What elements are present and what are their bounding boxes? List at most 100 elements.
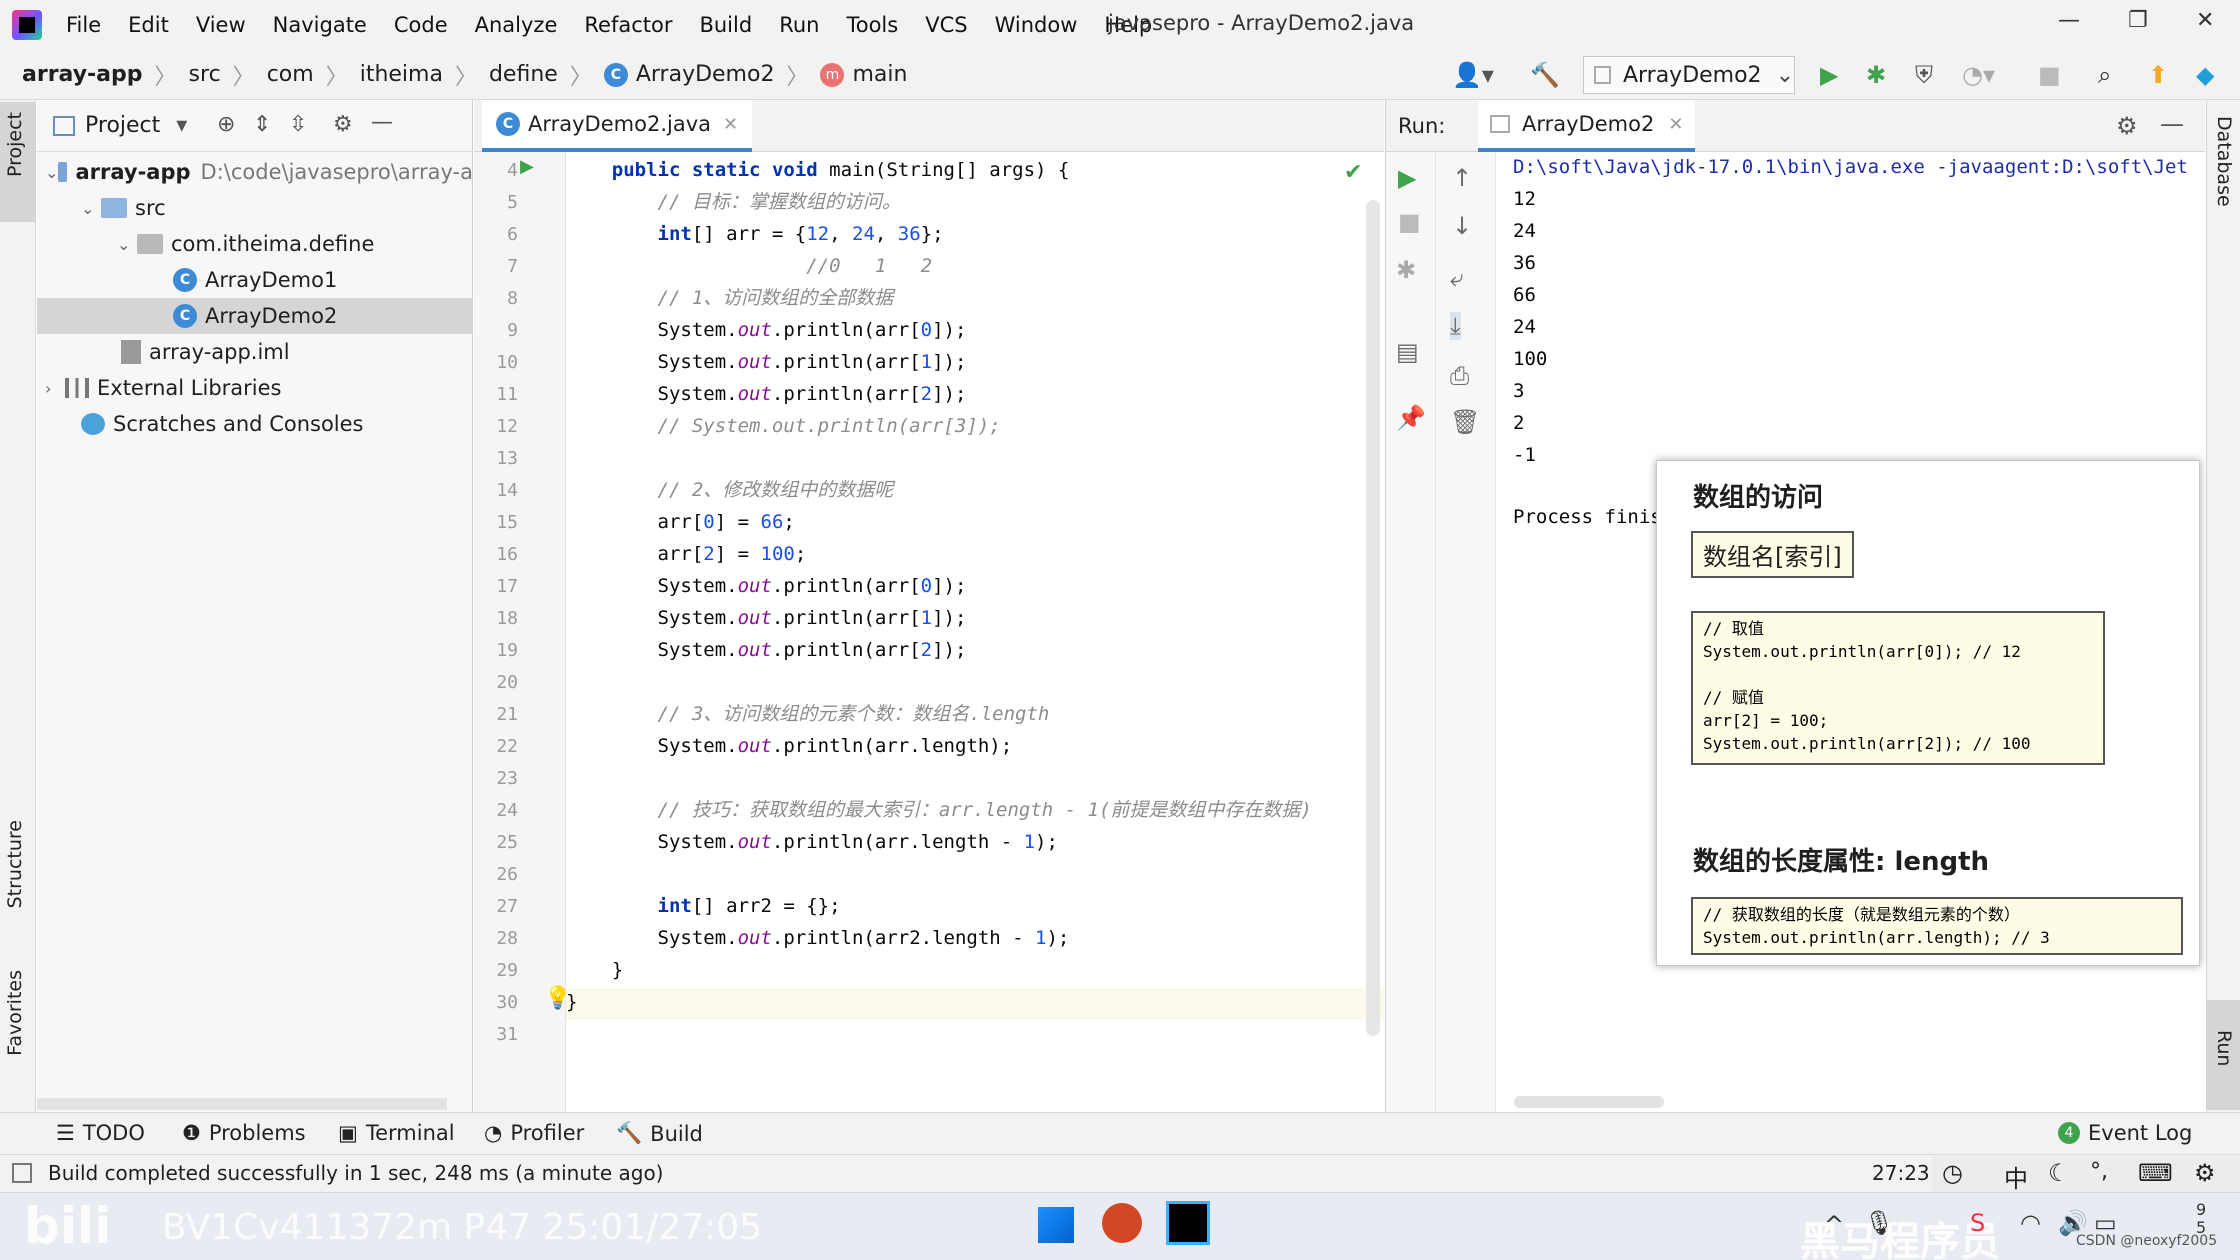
arrow-down-icon[interactable]: ↓ <box>1452 212 1472 240</box>
tree-item-iml[interactable]: array-app.iml <box>37 334 473 370</box>
terminal-tool-button[interactable]: ▣ Terminal <box>338 1121 455 1145</box>
code-line[interactable]: System.out.println(arr[0]); <box>566 570 967 602</box>
code-line[interactable]: // 2、修改数组中的数据呢 <box>566 474 894 506</box>
profiler-tool-button[interactable]: ◔ Profiler <box>484 1121 584 1145</box>
update-icon[interactable]: ⬆ <box>2148 61 2168 89</box>
menu-vcs[interactable]: VCS <box>925 13 967 37</box>
breadcrumb-itheima[interactable]: itheima <box>360 62 443 87</box>
database-tool-tab[interactable]: Database <box>2213 116 2235 207</box>
console-horizontal-scrollbar[interactable] <box>1514 1096 1664 1108</box>
tray-app-icon[interactable]: S <box>1970 1209 1985 1237</box>
code-line[interactable]: System.out.println(arr2.length - 1); <box>566 922 1070 954</box>
build-hammer-icon[interactable]: 🔨 <box>1530 61 1560 89</box>
toolbox-icon[interactable]: ◆ <box>2196 61 2214 89</box>
code-line[interactable]: //0 1 2 <box>566 250 932 282</box>
collapse-all-icon[interactable]: ⇳ <box>289 112 307 137</box>
favorites-tool-tab[interactable]: Favorites <box>4 970 26 1056</box>
user-icon[interactable]: 👤▾ <box>1452 61 1494 89</box>
close-tab-icon[interactable]: ✕ <box>1668 114 1683 135</box>
run-icon[interactable]: ▶ <box>1820 61 1838 89</box>
arrow-up-icon[interactable]: ↑ <box>1452 164 1472 192</box>
soft-wrap-icon[interactable]: ⤶ <box>1450 264 1463 292</box>
tree-item-external-libraries[interactable]: › External Libraries <box>37 370 473 406</box>
menu-view[interactable]: View <box>196 13 246 37</box>
run-config-select[interactable]: ArrayDemo2 ⌄ <box>1583 56 1795 94</box>
editor-tab-arraydemo2[interactable]: C ArrayDemo2.java ✕ <box>482 100 753 152</box>
menu-code[interactable]: Code <box>394 13 448 37</box>
event-log-button[interactable]: 4 Event Log <box>2058 1121 2192 1145</box>
debug-icon[interactable]: ✱ <box>1396 256 1416 284</box>
tray-chevron-icon[interactable]: ^ <box>1824 1211 1844 1239</box>
horizontal-scrollbar[interactable] <box>37 1098 447 1110</box>
moon-icon[interactable]: ☾ <box>2048 1159 2070 1187</box>
code-line[interactable]: // 1、访问数组的全部数据 <box>566 282 894 314</box>
code-line[interactable]: System.out.println(arr.length - 1); <box>566 826 1058 858</box>
expand-all-icon[interactable]: ⇕ <box>253 112 271 137</box>
status-panel-icon[interactable] <box>12 1163 32 1183</box>
stop-icon[interactable]: ■ <box>1398 208 1421 236</box>
code-line[interactable]: // 3、访问数组的元素个数：数组名.length <box>566 698 1050 730</box>
code-line[interactable]: // 技巧：获取数组的最大索引：arr.length - 1(前提是数组中存在数… <box>566 794 1312 826</box>
coverage-icon[interactable]: ⛨ <box>1915 61 1933 89</box>
code-line[interactable]: System.out.println(arr[1]); <box>566 346 967 378</box>
code-line[interactable]: int[] arr2 = {}; <box>566 890 841 922</box>
close-tab-icon[interactable]: ✕ <box>723 114 738 135</box>
menu-file[interactable]: File <box>66 13 101 37</box>
menu-build[interactable]: Build <box>699 13 752 37</box>
menu-window[interactable]: Window <box>995 13 1078 37</box>
code-line[interactable]: public static void main(String[] args) { <box>566 154 1070 186</box>
project-view-select[interactable]: Project <box>85 113 160 138</box>
code-line[interactable]: System.out.println(arr[2]); <box>566 378 967 410</box>
todo-tool-button[interactable]: ☰ TODO <box>56 1121 145 1145</box>
rerun-icon[interactable]: ▶ <box>1398 164 1416 192</box>
code-line[interactable]: System.out.println(arr[1]); <box>566 602 967 634</box>
gear-icon[interactable]: ⚙ <box>333 112 353 137</box>
code-line[interactable]: } <box>566 954 623 986</box>
breadcrumb-src[interactable]: src <box>189 62 221 87</box>
run-tool-tab[interactable]: Run <box>2213 1030 2235 1066</box>
caret-position[interactable]: 27:23 <box>1872 1161 1930 1185</box>
clock-icon[interactable]: ◷ <box>1942 1159 1963 1187</box>
code-line[interactable]: System.out.println(arr[2]); <box>566 634 967 666</box>
print-icon[interactable]: ⎙ <box>1450 362 1469 390</box>
menu-edit[interactable]: Edit <box>128 13 169 37</box>
menu-refactor[interactable]: Refactor <box>584 13 672 37</box>
run-tab-arraydemo2[interactable]: ArrayDemo2 ✕ <box>1478 100 1696 152</box>
code-line[interactable]: } <box>566 986 577 1018</box>
menu-tools[interactable]: Tools <box>846 13 898 37</box>
project-tool-tab[interactable]: Project <box>4 112 26 177</box>
run-gutter-icon[interactable]: ▶ <box>520 156 534 177</box>
breadcrumb-method[interactable]: m main <box>820 62 907 87</box>
close-window-icon[interactable]: ✕ <box>2196 8 2214 33</box>
code-line[interactable]: int[] arr = {12, 24, 36}; <box>566 218 944 250</box>
code-line[interactable]: arr[0] = 66; <box>566 506 795 538</box>
system-clock[interactable]: 9 5 <box>2196 1201 2206 1237</box>
debug-icon[interactable]: ✱ <box>1866 61 1886 89</box>
profile-icon[interactable]: ◔▾ <box>1962 61 1995 89</box>
microphone-icon[interactable]: 🎙 <box>1864 1209 1894 1237</box>
windows-start-icon[interactable] <box>1038 1207 1074 1243</box>
code-line[interactable]: System.out.println(arr.length); <box>566 730 1013 762</box>
wifi-icon[interactable]: ◠ <box>2020 1209 2041 1237</box>
tree-item-arraydemo2[interactable]: C ArrayDemo2 <box>37 298 473 334</box>
punctuation-icon[interactable]: °, <box>2090 1159 2108 1184</box>
trash-icon[interactable]: 🗑 <box>1450 408 1480 436</box>
breadcrumb-array-app[interactable]: array-app <box>22 62 143 87</box>
code-line[interactable]: // 目标：掌握数组的访问。 <box>566 186 901 218</box>
hide-panel-icon[interactable]: — <box>371 110 393 135</box>
stop-icon[interactable]: ■ <box>2038 61 2061 89</box>
problems-tool-button[interactable]: ❶ Problems <box>182 1121 306 1145</box>
powerpoint-icon[interactable] <box>1102 1203 1142 1243</box>
gear-icon[interactable]: ⚙ <box>2116 112 2138 140</box>
tree-item-scratches[interactable]: Scratches and Consoles <box>37 406 473 442</box>
breadcrumb-class[interactable]: C ArrayDemo2 <box>603 62 774 87</box>
menu-analyze[interactable]: Analyze <box>475 13 558 37</box>
keyboard-icon[interactable]: ⌨ <box>2138 1159 2173 1187</box>
minimize-icon[interactable]: — <box>2058 8 2080 33</box>
pin-icon[interactable]: 📌 <box>1396 404 1426 432</box>
scroll-to-end-icon[interactable]: ⤓ <box>1450 312 1461 340</box>
intellij-taskbar-icon[interactable] <box>1166 1201 1210 1245</box>
build-tool-button[interactable]: 🔨 Build <box>616 1121 703 1146</box>
restore-icon[interactable]: ❐ <box>2128 8 2148 33</box>
gear-icon[interactable]: ⚙ <box>2194 1159 2216 1187</box>
